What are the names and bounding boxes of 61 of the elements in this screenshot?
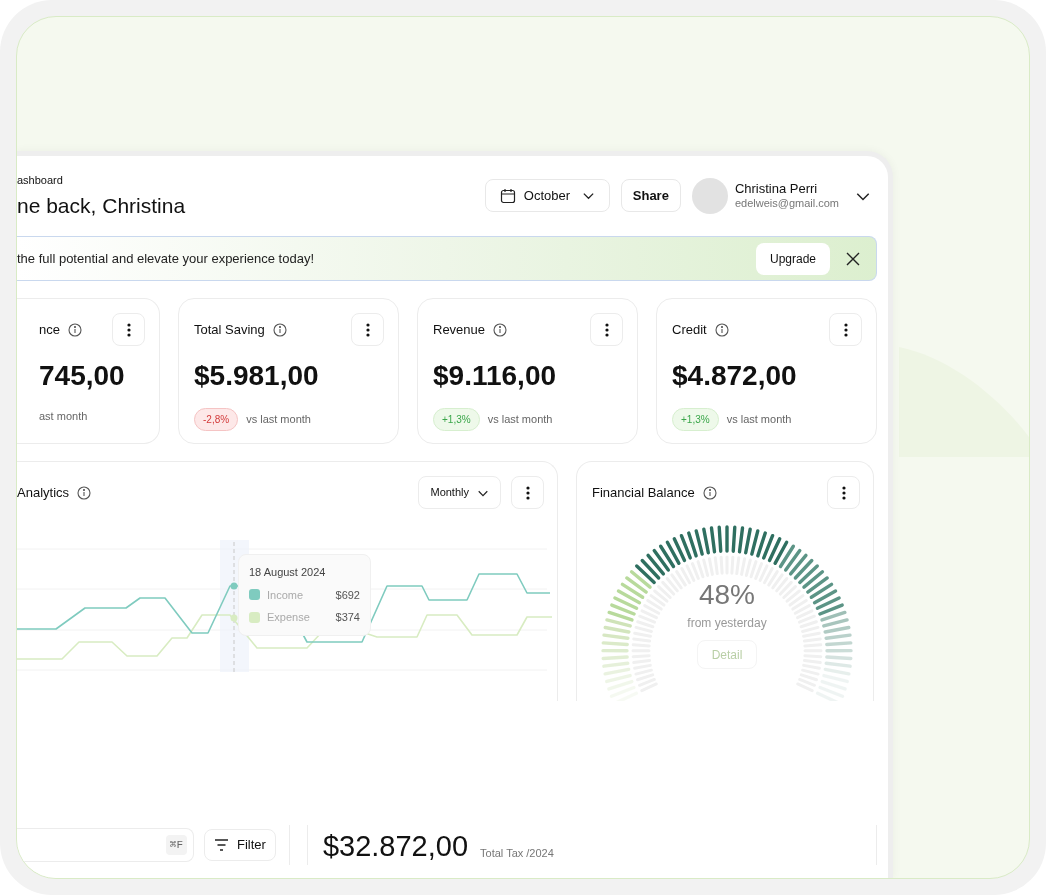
legend-label: Income <box>267 587 305 603</box>
income-point <box>230 582 238 590</box>
card-caption: vs last month <box>726 412 792 428</box>
shortcut-key: ⌘F <box>165 834 187 856</box>
card-title: nce <box>39 320 60 339</box>
period-dropdown[interactable]: Monthly <box>418 476 501 509</box>
more-icon <box>525 485 530 500</box>
info-icon <box>67 322 82 337</box>
more-icon <box>604 322 609 337</box>
info-icon <box>77 485 92 500</box>
info-icon <box>272 322 287 337</box>
balance-caption: from yesterday <box>687 615 767 632</box>
more-button[interactable] <box>112 313 145 346</box>
info-icon <box>493 322 508 337</box>
card-value: $5.981,00 <box>194 362 320 390</box>
card-title: Financial Balance <box>592 483 695 502</box>
card-value: $4.872,00 <box>672 362 798 390</box>
greeting-title: ne back, Christina <box>17 195 186 216</box>
more-button[interactable] <box>829 313 862 346</box>
card-title: Revenue <box>433 320 486 339</box>
more-icon <box>365 322 370 337</box>
card-value: 745,00 <box>39 362 126 390</box>
legend-value: $374 <box>335 610 360 625</box>
change-pill: +1,3% <box>672 408 719 431</box>
more-icon <box>841 485 846 500</box>
card-caption: ast month <box>39 409 88 424</box>
legend-value: $692 <box>335 587 360 603</box>
more-button[interactable] <box>590 313 623 346</box>
card-value: $9.116,00 <box>433 362 558 390</box>
card-title: Total Saving <box>194 320 265 339</box>
expense-point <box>230 614 238 622</box>
tax-label: Total Tax /2024 <box>480 845 554 861</box>
search-field[interactable]: ⌘F <box>17 828 194 862</box>
card-caption: vs last month <box>246 412 311 428</box>
more-button[interactable] <box>351 313 384 346</box>
month-dropdown[interactable]: October <box>484 179 610 212</box>
balance-percent: 48% <box>698 581 755 609</box>
share-button[interactable]: Share <box>620 179 681 212</box>
tax-value: $32.872,00 <box>322 832 469 861</box>
user-email: edelweis@gmail.com <box>734 196 839 211</box>
breadcrumb[interactable]: ashboard <box>17 175 186 186</box>
user-name: Christina Perri <box>734 180 819 197</box>
card-title: Credit <box>672 320 707 339</box>
more-button[interactable] <box>827 476 860 509</box>
filter-button[interactable]: Filter <box>204 829 276 861</box>
card-caption: vs last month <box>487 412 553 428</box>
change-pill: +1,3% <box>433 408 480 431</box>
calendar-icon <box>499 187 516 204</box>
legend-label: Expense <box>267 610 311 625</box>
upgrade-button[interactable]: Upgrade <box>755 242 830 275</box>
more-icon <box>843 322 848 337</box>
close-icon <box>846 251 860 266</box>
info-icon <box>702 485 717 500</box>
filter-icon <box>214 839 229 851</box>
more-icon <box>126 322 131 337</box>
card-title: Analytics <box>17 483 70 502</box>
info-icon <box>714 322 729 337</box>
banner-message: the full potential and elevate your experience today! <box>17 249 316 268</box>
change-pill: -2,8% <box>194 408 239 431</box>
more-button[interactable] <box>511 476 544 509</box>
tooltip-date: 18 August 2024 <box>249 565 327 580</box>
